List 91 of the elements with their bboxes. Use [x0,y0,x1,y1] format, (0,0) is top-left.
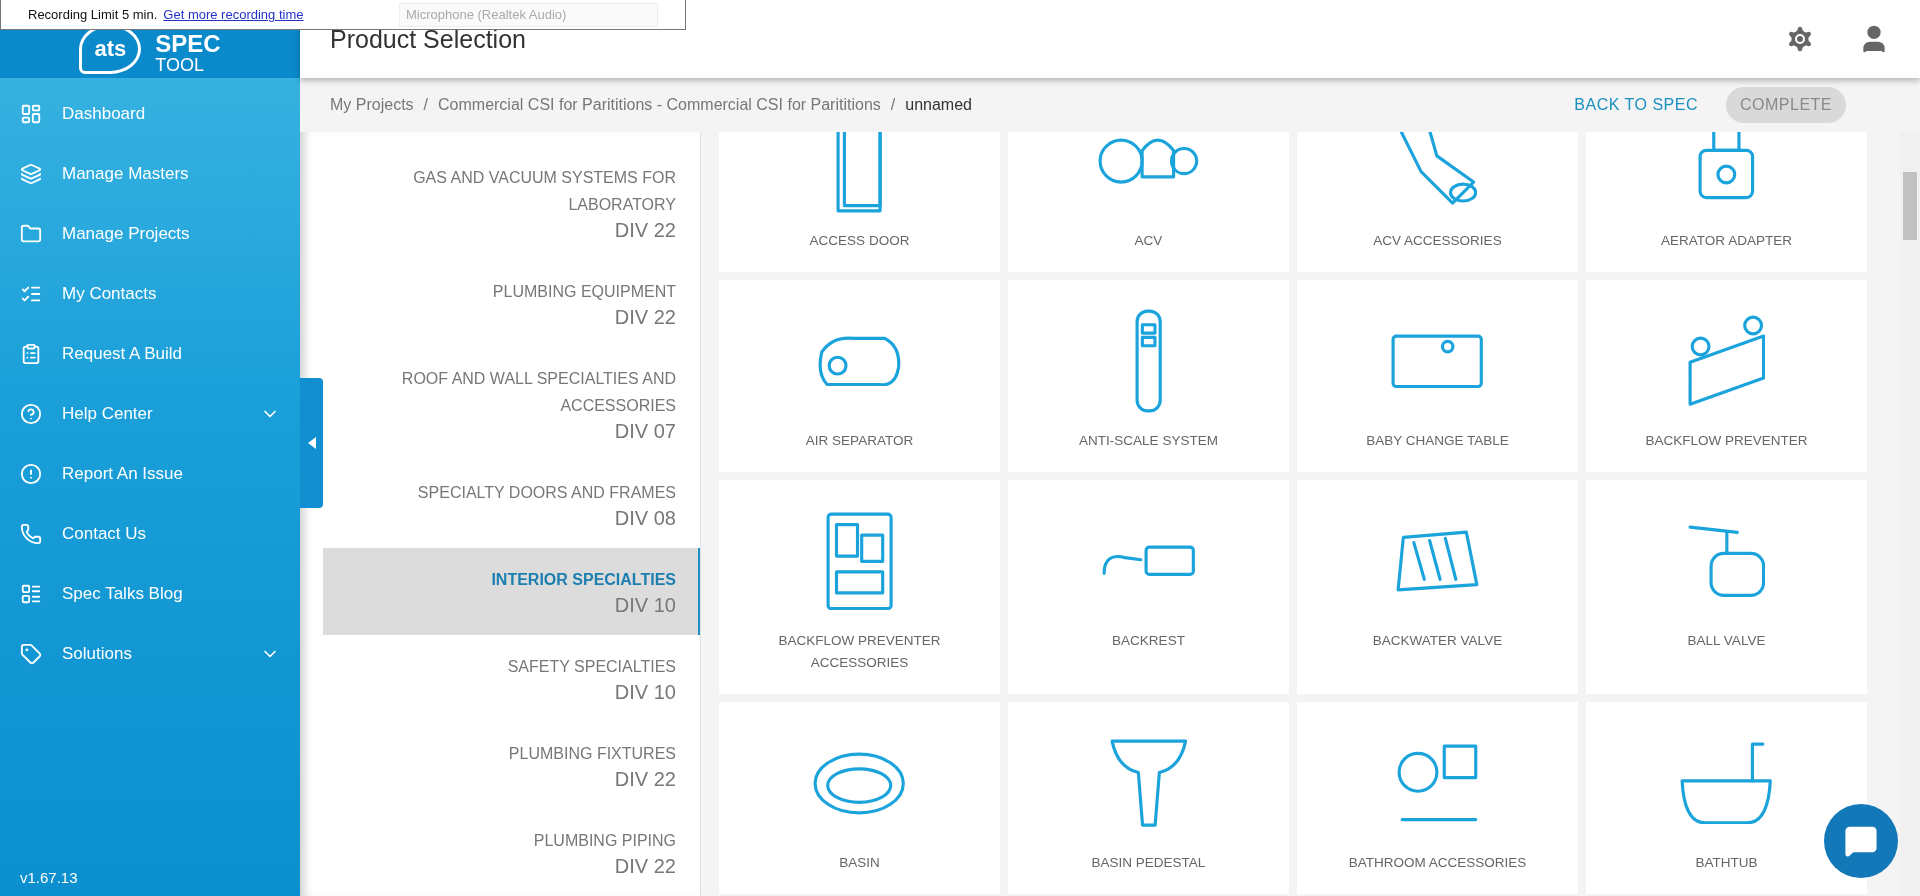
category-name: PLUMBING FIXTURES [508,744,676,764]
menu-item-icon [20,403,42,425]
category-item[interactable]: SAFETY SPECIALTIES DIV 10 [323,635,700,722]
category-name: SPECIALTY DOORS AND FRAMES [417,483,676,503]
breadcrumb-link[interactable]: unnamed [905,96,972,114]
menu-item-icon [20,343,42,365]
division-label: DIV 08 [614,506,676,530]
category-name: SAFETY SPECIALTIES [507,657,676,677]
product-card[interactable]: BACKFLOW PREVENTER ACCESSORIES [719,480,1000,694]
product-name: BATHTUB [1695,854,1758,872]
sidebar-item[interactable]: My Contacts [0,264,300,324]
menu-item-icon [20,103,42,125]
category-name: PLUMBING EQUIPMENT [492,282,676,302]
product-name: BATHROOM ACCESSORIES [1348,854,1527,872]
product-name: ANTI-SCALE SYSTEM [1079,432,1218,450]
version-text: v1.67.13 [19,869,79,888]
logo-title: SPEC [155,32,221,56]
product-card[interactable]: AIR SEPARATOR [719,280,1000,472]
product-card[interactable]: ANTI-SCALE SYSTEM [1008,280,1289,472]
menu-item-icon [20,223,42,245]
product-card[interactable]: BASIN PEDESTAL [1008,702,1289,894]
category-name: PLUMBING PIPING [533,831,676,851]
product-card[interactable]: BACKWATER VALVE [1297,480,1578,694]
product-card[interactable]: BACKREST [1008,480,1289,694]
product-name: BACKFLOW PREVENTER ACCESSORIES [777,632,942,672]
sidebar-item[interactable]: Report An Issue [0,444,300,504]
sidebar-item[interactable]: Spec Talks Blog [0,564,300,624]
product-name: BASIN PEDESTAL [1091,854,1206,872]
division-label: DIV 07 [614,419,676,443]
recording-time-link[interactable]: Get more recording time [163,7,304,22]
sidebar-item[interactable]: Manage Masters [0,144,300,204]
menu-item-icon [20,163,42,185]
menu-item-icon [20,583,42,605]
page-title: Product Selection [330,24,527,54]
product-name: BABY CHANGE TABLE [1366,432,1509,450]
product-card[interactable]: ACV ACCESSORIES [1297,132,1578,272]
product-card[interactable]: BALL VALVE [1586,480,1867,694]
product-name: BACKREST [1112,632,1185,650]
product-card[interactable]: ACCESS DOOR [719,132,1000,272]
breadcrumb-link[interactable]: My Projects [330,96,414,114]
sidebar-item[interactable]: Solutions [0,624,300,684]
product-name: AERATOR ADAPTER [1661,232,1792,250]
product-card[interactable]: BASIN [719,702,1000,894]
product-name: BASIN [839,854,880,872]
category-name: INTERIOR SPECIALTIES [491,570,676,590]
product-card[interactable]: AERATOR ADAPTER [1586,132,1867,272]
menu-item-icon [20,463,42,485]
sidebar-item[interactable]: Dashboard [0,84,300,144]
category-item[interactable]: PLUMBING EQUIPMENT DIV 22 [323,260,700,347]
recording-limit-text: Recording Limit 5 min. [28,7,158,22]
division-label: DIV 10 [614,680,676,704]
sidebar-item[interactable]: Manage Projects [0,204,300,264]
menu-item-icon [20,523,42,545]
chat-icon [1844,824,1878,858]
product-name: AIR SEPARATOR [805,432,914,450]
category-item[interactable]: SPECIALTY DOORS AND FRAMES DIV 08 [323,461,700,548]
product-name: BACKWATER VALVE [1372,632,1503,650]
menu-item-icon [20,643,42,665]
category-item[interactable]: PLUMBING FIXTURES DIV 22 [323,722,700,809]
breadcrumb-link[interactable]: Commercial CSI for Parititions - Commercial CSI for Parititions [438,96,881,114]
category-item[interactable]: PLUMBING PIPING DIV 22 [323,809,700,896]
division-label: DIV 22 [614,305,676,329]
product-card[interactable]: BABY CHANGE TABLE [1297,280,1578,472]
sidebar-item[interactable]: Contact Us [0,504,300,564]
caret-left-icon [307,437,316,449]
category-item[interactable]: INTERIOR SPECIALTIES DIV 10 [323,548,700,635]
product-card[interactable]: BATHTUB [1586,702,1867,894]
category-name: ROOF AND WALL SPECIALTIES AND ACCESSORIES [400,369,676,416]
scroll-thumb[interactable] [1903,172,1917,240]
sidebar-item[interactable]: Request A Build [0,324,300,384]
logo-subtitle: TOOL [155,56,205,74]
division-label: DIV 22 [614,218,676,242]
division-label: DIV 22 [614,854,676,878]
product-name: ACCESS DOOR [809,232,910,250]
product-name: ACV ACCESSORIES [1373,232,1502,250]
division-label: DIV 22 [614,767,676,791]
product-card[interactable]: BATHROOM ACCESSORIES [1297,702,1578,894]
product-card[interactable]: BACKFLOW PREVENTER [1586,280,1867,472]
breadcrumb-separator: / [890,96,896,114]
product-name: BACKFLOW PREVENTER [1645,432,1808,450]
category-item[interactable]: GAS AND VACUUM SYSTEMS FOR LABORATORY DIV 22 [323,146,700,260]
sidebar-item[interactable]: Help Center [0,384,300,444]
division-label: DIV 10 [614,593,676,617]
product-drawing [1698,132,1755,200]
product-card[interactable]: ACV [1008,132,1289,272]
category-item[interactable]: ROOF AND WALL SPECIALTIES AND ACCESSORIES DIV 07 [323,347,700,461]
product-name: BALL VALVE [1687,632,1766,650]
breadcrumb-separator: / [423,96,429,114]
back-to-spec-link[interactable]: BACK TO SPEC [1574,96,1698,114]
category-name: GAS AND VACUUM SYSTEMS FOR LABORATORY [412,168,676,215]
product-name: ACV [1134,232,1163,250]
